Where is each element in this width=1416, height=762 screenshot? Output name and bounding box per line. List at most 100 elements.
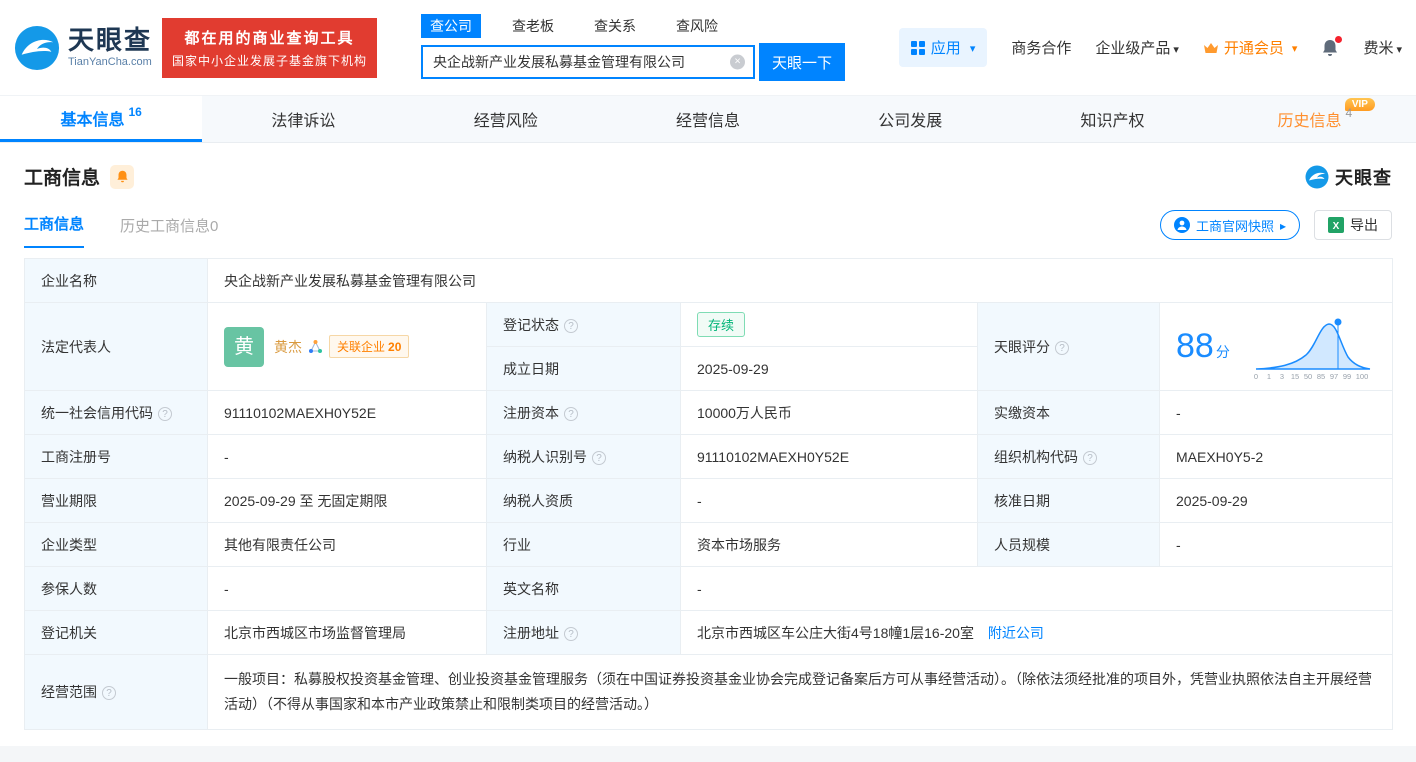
tianyancha-logo-icon (14, 25, 60, 70)
section-header: 工商信息 天眼查 (0, 143, 1416, 194)
field-label-insured: 参保人数 (24, 566, 208, 611)
arrow-right-icon (1280, 218, 1286, 233)
notification-bell-icon[interactable] (1321, 35, 1343, 58)
org-code-value: MAEXH0Y5-2 (1159, 434, 1393, 479)
svg-text:3: 3 (1280, 372, 1284, 381)
promo-line-1: 都在用的商业查询工具 (184, 29, 355, 47)
apps-menu[interactable]: 应用 (898, 28, 988, 67)
chevron-down-icon (967, 39, 976, 56)
legal-rep-name-link[interactable]: 黄杰 (274, 337, 302, 357)
field-label-establish-date: 成立日期 (486, 346, 681, 391)
nav-open-vip[interactable]: 开通会员 (1203, 37, 1298, 58)
subscribe-bell-icon[interactable] (110, 164, 135, 189)
table-row: 企业类型 其他有限责任公司 行业 资本市场服务 人员规模 - (24, 522, 1393, 567)
svg-text:15: 15 (1291, 372, 1299, 381)
en-name-value: - (680, 566, 1393, 611)
legal-rep-avatar[interactable]: 黄 (224, 326, 264, 367)
related-companies-tag[interactable]: 关联企业 20 (329, 335, 410, 358)
chevron-down-icon (1170, 40, 1179, 57)
search-tab-risk[interactable]: 查风险 (667, 14, 727, 38)
svg-text:0: 0 (1254, 372, 1258, 381)
search-block: 查公司 查老板 查关系 查风险 天眼一下 (421, 14, 846, 81)
tab-history-info[interactable]: VIP 历史信息 4 (1214, 96, 1416, 142)
search-tab-company[interactable]: 查公司 (421, 14, 482, 38)
company-name-value: 央企战新产业发展私募基金管理有限公司 (207, 258, 1393, 303)
tab-intellectual-property[interactable]: 知识产权 (1011, 96, 1213, 142)
chevron-down-icon (1393, 40, 1402, 57)
subtab-business-info[interactable]: 工商信息 (24, 213, 85, 248)
svg-text:99: 99 (1343, 372, 1351, 381)
nav-cooperation[interactable]: 商务合作 (1011, 37, 1071, 58)
table-row: 统一社会信用代码 91110102MAEXH0Y52E 注册资本 10000万人… (24, 390, 1393, 435)
search-tab-boss[interactable]: 查老板 (503, 14, 563, 38)
help-icon[interactable] (1083, 450, 1097, 465)
grid-icon (910, 40, 925, 55)
score-distribution-chart: 0 1 3 15 50 85 97 99 100 (1254, 318, 1371, 381)
tab-basic-info[interactable]: 基本信息 16 (0, 96, 203, 142)
field-label-credit-code: 统一社会信用代码 (24, 390, 208, 435)
export-button[interactable]: X 导出 (1314, 210, 1392, 240)
tab-count: 16 (128, 104, 142, 119)
company-nav-tabs: 基本信息 16 法律诉讼 经营风险 经营信息 公司发展 知识产权 VIP 历史信息… (0, 95, 1416, 143)
reg-capital-value: 10000万人民币 (680, 390, 978, 435)
field-label-industry: 行业 (486, 522, 681, 567)
search-tab-relation[interactable]: 查关系 (585, 14, 645, 38)
insured-value: - (207, 566, 487, 611)
establish-date-value: 2025-09-29 (680, 346, 978, 391)
help-icon[interactable] (592, 450, 606, 465)
logo-subtitle: TianYanCha.com (68, 56, 152, 68)
search-input[interactable] (421, 45, 756, 79)
user-menu[interactable]: 费米 (1363, 37, 1402, 58)
clear-search-icon[interactable] (730, 54, 746, 70)
field-label-taxpayer-quali: 纳税人资质 (486, 478, 681, 523)
official-snapshot-button[interactable]: 工商官网快照 (1159, 210, 1300, 240)
help-icon[interactable] (564, 626, 578, 641)
field-label-taxpayer-no: 纳税人识别号 (486, 434, 681, 479)
search-button[interactable]: 天眼一下 (759, 43, 846, 81)
subtab-history-business-info[interactable]: 历史工商信息0 (120, 215, 218, 248)
help-icon[interactable] (564, 318, 578, 333)
nearby-companies-link[interactable]: 附近公司 (988, 625, 1044, 641)
field-label-en-name: 英文名称 (486, 566, 681, 611)
help-icon[interactable] (1055, 340, 1069, 355)
taxpayer-quali-value: - (680, 478, 978, 523)
nav-enterprise-products[interactable]: 企业级产品 (1095, 37, 1179, 58)
field-label-scope: 经营范围 (24, 653, 208, 731)
table-row: 法定代表人 黄 黄杰 关联企业 20 登记状态? 存续 天眼评分? 88 分 0… (24, 302, 1393, 391)
field-label-company-type: 企业类型 (24, 522, 208, 567)
tianyancha-logo-icon (1305, 165, 1329, 188)
field-label-company-name: 企业名称 (24, 258, 208, 303)
svg-text:X: X (1333, 221, 1340, 232)
paid-capital-value: - (1159, 390, 1393, 435)
help-icon[interactable] (158, 406, 172, 421)
table-row: 企业名称 央企战新产业发展私募基金管理有限公司 (24, 258, 1393, 303)
tab-operation-risk[interactable]: 经营风险 (405, 96, 607, 142)
reg-status-value: 存续 (680, 302, 978, 347)
svg-text:97: 97 (1330, 372, 1338, 381)
help-icon[interactable] (564, 406, 578, 421)
table-row: 参保人数 - 英文名称 - (24, 566, 1393, 611)
chevron-down-icon (1289, 39, 1298, 56)
reg-no-value: - (207, 434, 487, 479)
field-label-address: 注册地址 (486, 610, 681, 655)
tianyancha-logo[interactable]: 天眼查 TianYanCha.com (14, 25, 152, 71)
field-label-term: 营业期限 (24, 478, 208, 523)
snapshot-person-icon (1173, 217, 1190, 233)
business-scope-value: 一般项目：私募股权投资基金管理、创业投资基金管理服务（须在中国证券投资基金业协会… (207, 653, 1393, 731)
tab-legal-litigation[interactable]: 法律诉讼 (202, 96, 404, 142)
logo-title: 天眼查 (68, 25, 153, 55)
watermark-logo: 天眼查 (1305, 164, 1392, 190)
tab-operation-info[interactable]: 经营信息 (607, 96, 809, 142)
notification-dot (1335, 35, 1343, 43)
page-bottom-divider (0, 746, 1416, 762)
help-icon[interactable] (102, 686, 116, 701)
field-label-reg-status: 登记状态 (486, 302, 681, 347)
term-value: 2025-09-29 至 无固定期限 (207, 478, 487, 523)
legal-rep-cell: 黄 黄杰 关联企业 20 (207, 302, 487, 391)
excel-icon: X (1328, 217, 1344, 233)
field-label-approve-date: 核准日期 (977, 478, 1160, 523)
table-row: 登记机关 北京市西城区市场监督管理局 注册地址 北京市西城区车公庄大街4号18幢… (24, 610, 1393, 655)
svg-text:85: 85 (1317, 372, 1325, 381)
tab-company-development[interactable]: 公司发展 (809, 96, 1011, 142)
svg-text:100: 100 (1356, 372, 1369, 381)
